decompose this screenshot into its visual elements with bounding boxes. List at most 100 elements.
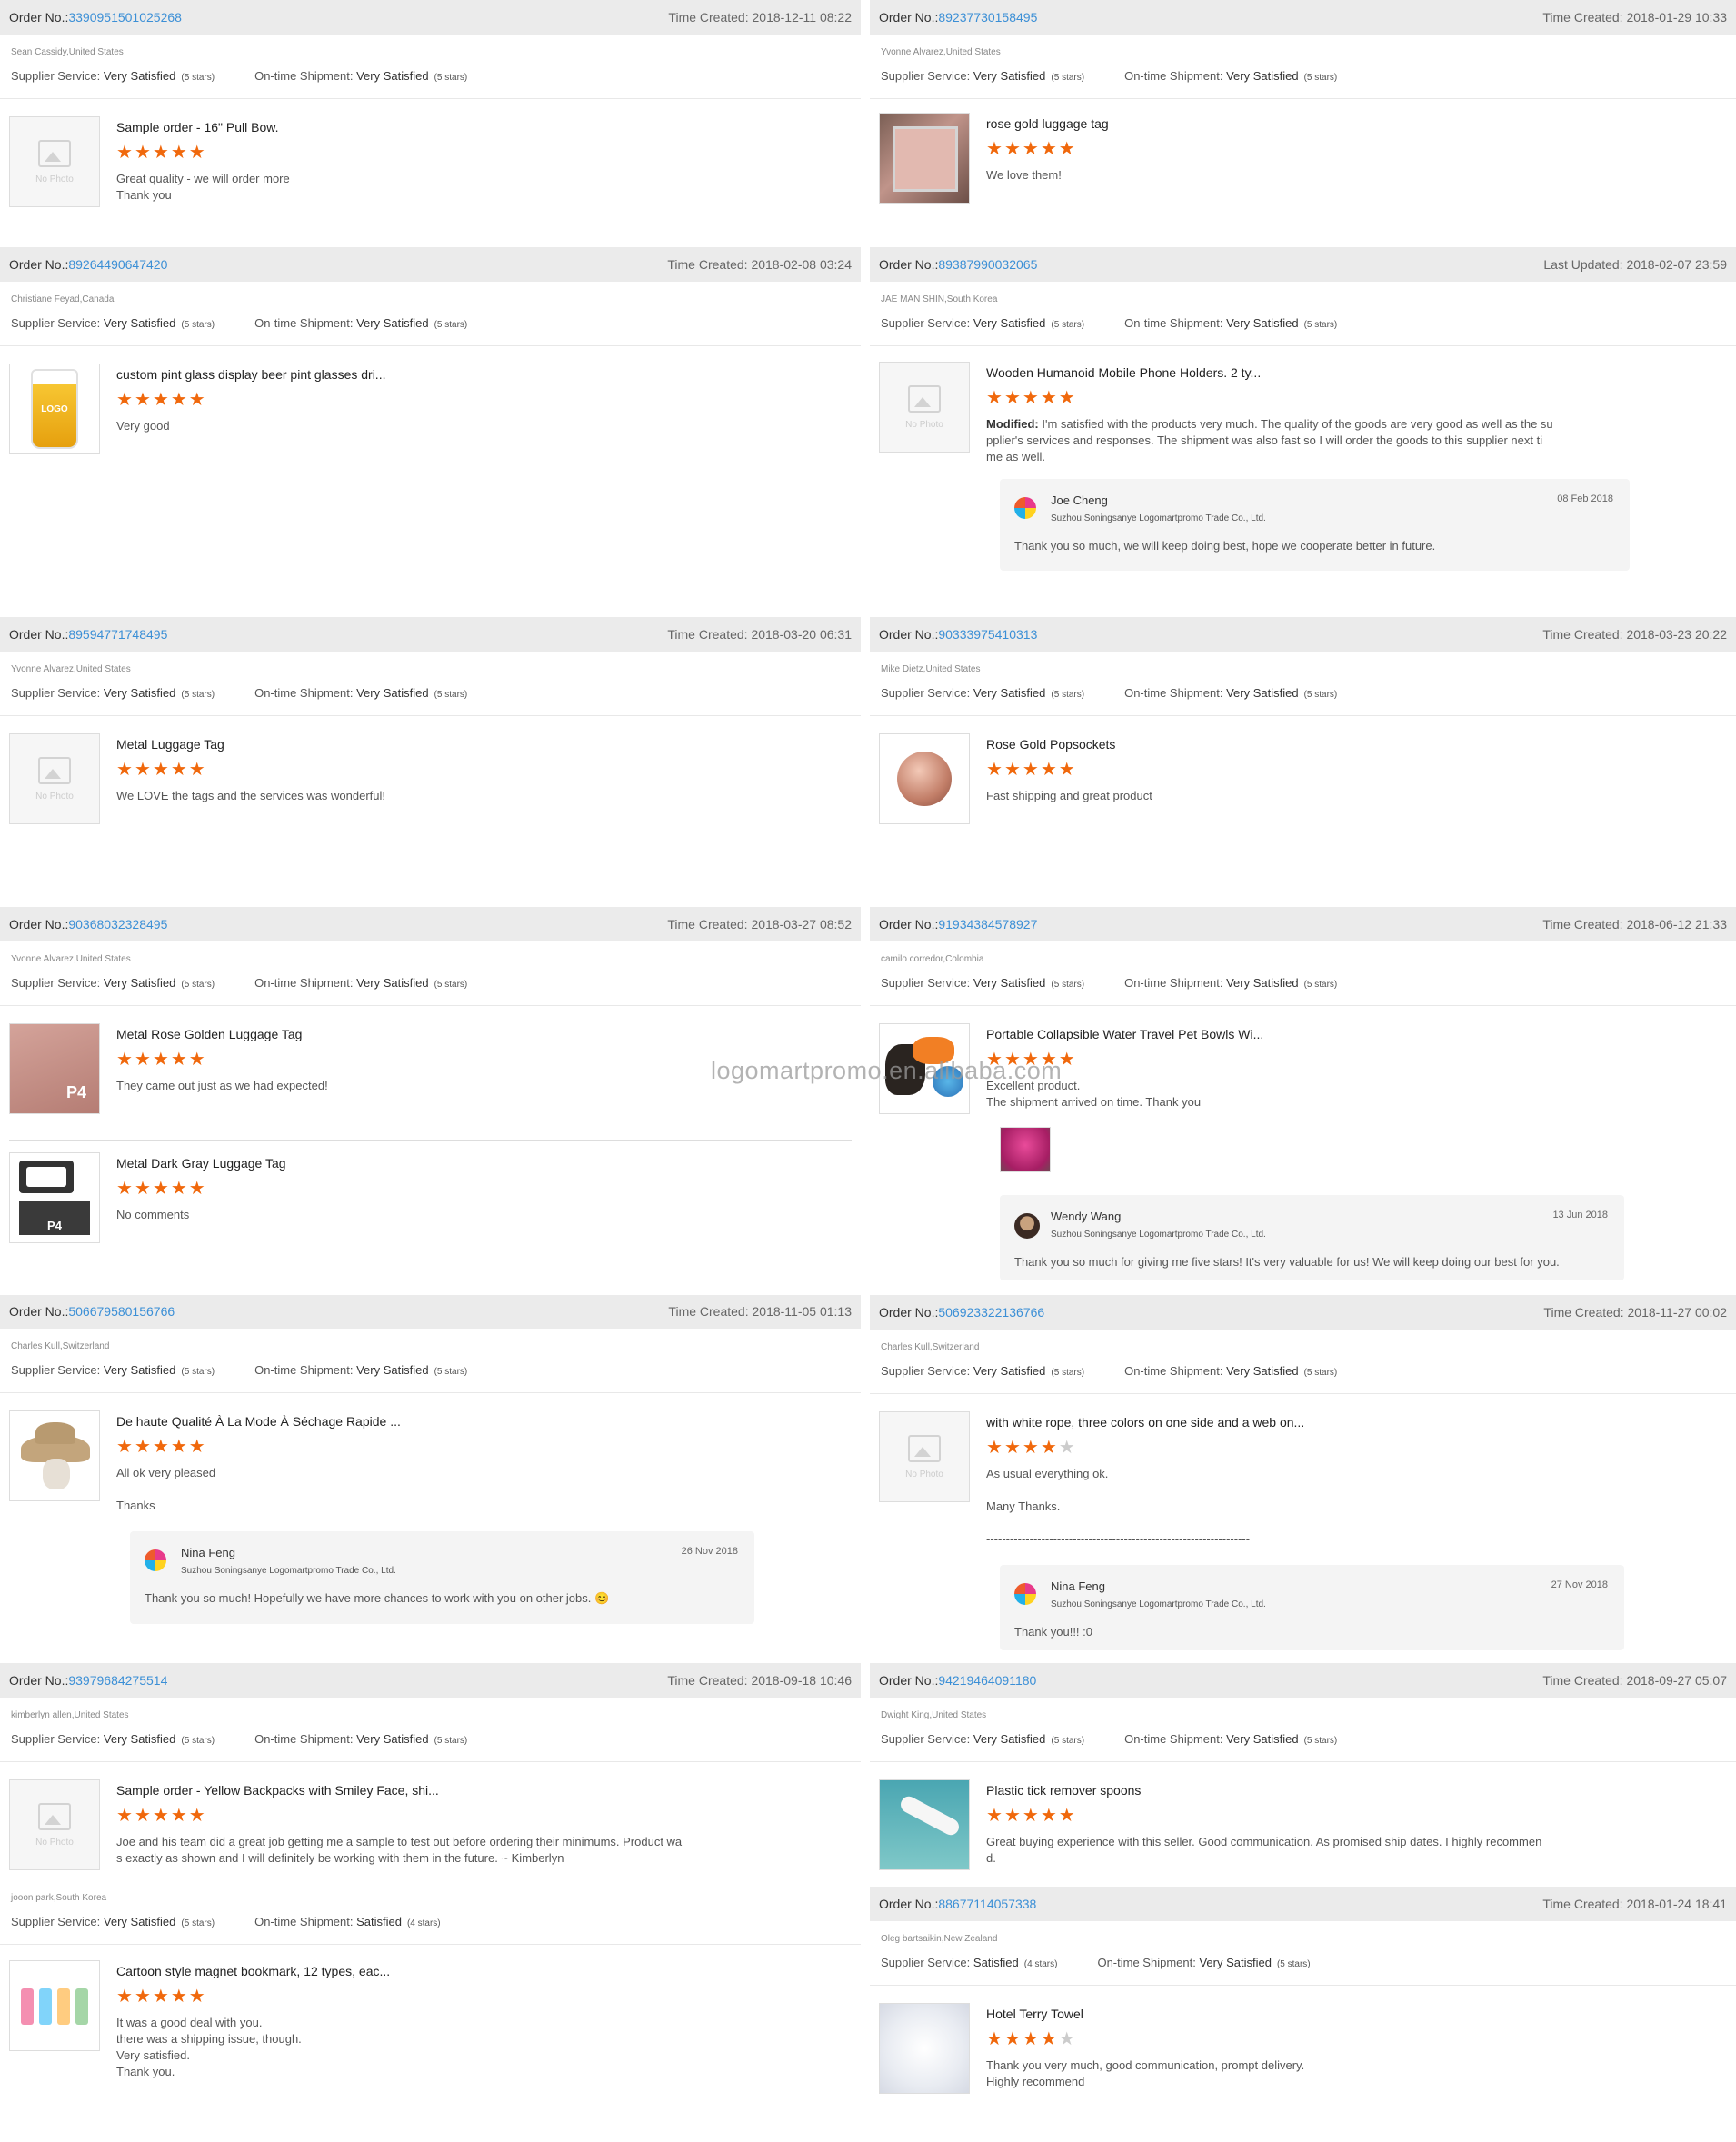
product-title[interactable]: rose gold luggage tag bbox=[986, 116, 1109, 131]
review-photo[interactable] bbox=[1000, 1127, 1051, 1172]
review-stars: ★★★★★ bbox=[986, 140, 1077, 158]
product-thumbnail[interactable]: No Photo bbox=[9, 1779, 100, 1870]
company-logo-icon bbox=[1014, 497, 1036, 519]
product-thumbnail[interactable] bbox=[879, 1779, 970, 1870]
product-title[interactable]: De haute Qualité À La Mode À Séchage Rap… bbox=[116, 1414, 401, 1429]
review-item: No Photo Wooden Humanoid Mobile Phone Hol… bbox=[870, 362, 1736, 463]
order-number-link[interactable]: 89264490647420 bbox=[68, 257, 167, 272]
star-filled-icon: ★ bbox=[152, 1437, 171, 1457]
product-title[interactable]: custom pint glass display beer pint glas… bbox=[116, 367, 385, 382]
shipment-label: On-time Shipment: bbox=[254, 69, 354, 83]
bookmark-piece bbox=[75, 1988, 88, 2025]
buyer-name: JAE MAN SHIN,South Korea bbox=[881, 294, 998, 304]
star-filled-icon: ★ bbox=[152, 143, 171, 163]
review-stars: ★★★★★ bbox=[116, 1988, 207, 2006]
review-comment: Great buying experience with this seller… bbox=[986, 1834, 1541, 1867]
star-filled-icon: ★ bbox=[1022, 388, 1041, 408]
comment-text: I'm satisfied with the products very muc… bbox=[986, 417, 1553, 463]
product-title[interactable]: Hotel Terry Towel bbox=[986, 2007, 1083, 2021]
tag-top bbox=[19, 1161, 74, 1193]
order-label: Order No.: bbox=[9, 1304, 69, 1319]
order-number-link[interactable]: 89594771748495 bbox=[68, 627, 167, 642]
product-thumbnail[interactable] bbox=[879, 113, 970, 204]
company-logo-icon bbox=[145, 1549, 166, 1571]
star-filled-icon: ★ bbox=[152, 1050, 171, 1070]
product-title[interactable]: Metal Dark Gray Luggage Tag bbox=[116, 1156, 286, 1171]
shipment-stars: (5 stars) bbox=[1303, 1368, 1338, 1378]
review-stars: ★★★★★ bbox=[116, 1807, 207, 1825]
product-thumbnail[interactable] bbox=[879, 2003, 970, 2094]
review-item: Hotel Terry Towel ★★★★★ Thank you very muc… bbox=[870, 2003, 1736, 2103]
shipment-label: On-time Shipment: bbox=[1124, 1732, 1223, 1746]
time-label: Time Created: bbox=[667, 917, 748, 932]
product-title[interactable]: Cartoon style magnet bookmark, 12 types,… bbox=[116, 1964, 390, 1978]
supplier-rating: Very Satisfied bbox=[973, 1364, 1046, 1378]
product-title[interactable]: Metal Rose Golden Luggage Tag bbox=[116, 1027, 302, 1041]
no-photo-label: No Photo bbox=[35, 791, 74, 802]
shipment-rating: Very Satisfied bbox=[1199, 1956, 1272, 1969]
supplier-rating: Very Satisfied bbox=[103, 1363, 176, 1377]
bookmark-image bbox=[10, 1961, 99, 2050]
order-label: Order No.: bbox=[9, 257, 69, 272]
review-comment: No comments bbox=[116, 1207, 189, 1223]
shipment-stars: (5 stars) bbox=[434, 690, 468, 700]
star-filled-icon: ★ bbox=[1058, 1806, 1077, 1826]
product-thumbnail[interactable] bbox=[9, 1410, 100, 1501]
star-filled-icon: ★ bbox=[152, 760, 171, 780]
product-title[interactable]: Sample order - Yellow Backpacks with Smi… bbox=[116, 1783, 439, 1798]
product-thumbnail[interactable]: No Photo bbox=[879, 1411, 970, 1502]
product-thumbnail[interactable] bbox=[879, 733, 970, 824]
order-number-link[interactable]: 90368032328495 bbox=[68, 917, 167, 932]
order-card: Order No.:91934384578927 Time Created: 20… bbox=[870, 907, 1736, 1295]
reply-text: Thank you so much, we will keep doing be… bbox=[1014, 539, 1436, 553]
order-number-link[interactable]: 89237730158495 bbox=[938, 10, 1037, 25]
picture-icon bbox=[38, 1802, 71, 1830]
order-number-link[interactable]: 91934384578927 bbox=[938, 917, 1037, 932]
order-number-link[interactable]: 506679580156766 bbox=[68, 1304, 175, 1319]
product-thumbnail[interactable]: P4 bbox=[9, 1023, 100, 1114]
star-filled-icon: ★ bbox=[116, 1437, 135, 1457]
order-number-link[interactable]: 90333975410313 bbox=[938, 627, 1037, 642]
star-filled-icon: ★ bbox=[1022, 1438, 1041, 1458]
order-card: Order No.:93979684275514 Time Created: 20… bbox=[0, 1663, 861, 1878]
order-number-link[interactable]: 3390951501025268 bbox=[68, 10, 182, 25]
review-comment: We LOVE the tags and the services was wo… bbox=[116, 788, 385, 804]
shipment-label: On-time Shipment: bbox=[254, 976, 354, 990]
star-filled-icon: ★ bbox=[116, 1050, 135, 1070]
order-time: Time Created: 2018-03-20 06:31 bbox=[667, 627, 852, 642]
product-title[interactable]: Portable Collapsible Water Travel Pet Bo… bbox=[986, 1027, 1263, 1041]
shipment-rating: Very Satisfied bbox=[1226, 976, 1299, 990]
shipment-label: On-time Shipment: bbox=[1124, 976, 1223, 990]
buyer-name: camilo corredor,Colombia bbox=[881, 954, 984, 964]
divider bbox=[870, 1393, 1736, 1394]
product-thumbnail[interactable]: LOGO bbox=[9, 364, 100, 454]
gray-tag-image: P4 bbox=[10, 1153, 99, 1242]
product-thumbnail[interactable]: P4 bbox=[9, 1152, 100, 1243]
product-thumbnail[interactable]: No Photo bbox=[9, 116, 100, 207]
product-thumbnail[interactable] bbox=[9, 1960, 100, 2051]
hat-image bbox=[10, 1411, 99, 1500]
product-title[interactable]: Metal Luggage Tag bbox=[116, 737, 224, 752]
order-time: Time Created: 2018-01-29 10:33 bbox=[1542, 10, 1727, 25]
star-filled-icon: ★ bbox=[170, 390, 189, 410]
order-number-link[interactable]: 506923322136766 bbox=[938, 1305, 1044, 1320]
product-title[interactable]: Rose Gold Popsockets bbox=[986, 737, 1115, 752]
order-number-link[interactable]: 88677114057338 bbox=[938, 1897, 1036, 1911]
order-number-link[interactable]: 93979684275514 bbox=[68, 1673, 167, 1688]
star-filled-icon: ★ bbox=[1058, 139, 1077, 159]
order-number-link[interactable]: 89387990032065 bbox=[938, 257, 1037, 272]
product-title[interactable]: Wooden Humanoid Mobile Phone Holders. 2 … bbox=[986, 365, 1261, 380]
product-title[interactable]: with white rope, three colors on one sid… bbox=[986, 1415, 1304, 1430]
comment-text: Thank you very much, good communication,… bbox=[986, 2058, 1305, 2088]
product-thumbnail[interactable]: No Photo bbox=[879, 362, 970, 453]
star-filled-icon: ★ bbox=[1003, 388, 1023, 408]
star-filled-icon: ★ bbox=[152, 1987, 171, 2007]
order-time: Time Created: 2018-03-27 08:52 bbox=[667, 917, 852, 932]
order-number-link[interactable]: 94219464091180 bbox=[938, 1673, 1036, 1688]
rating-summary: Supplier Service: Very Satisfied (5 stars… bbox=[11, 976, 467, 990]
pint-glass-image: LOGO bbox=[10, 364, 99, 453]
supplier-label: Supplier Service: bbox=[11, 976, 101, 990]
product-thumbnail[interactable]: No Photo bbox=[9, 733, 100, 824]
product-title[interactable]: Sample order - 16" Pull Bow. bbox=[116, 120, 279, 134]
product-title[interactable]: Plastic tick remover spoons bbox=[986, 1783, 1141, 1798]
